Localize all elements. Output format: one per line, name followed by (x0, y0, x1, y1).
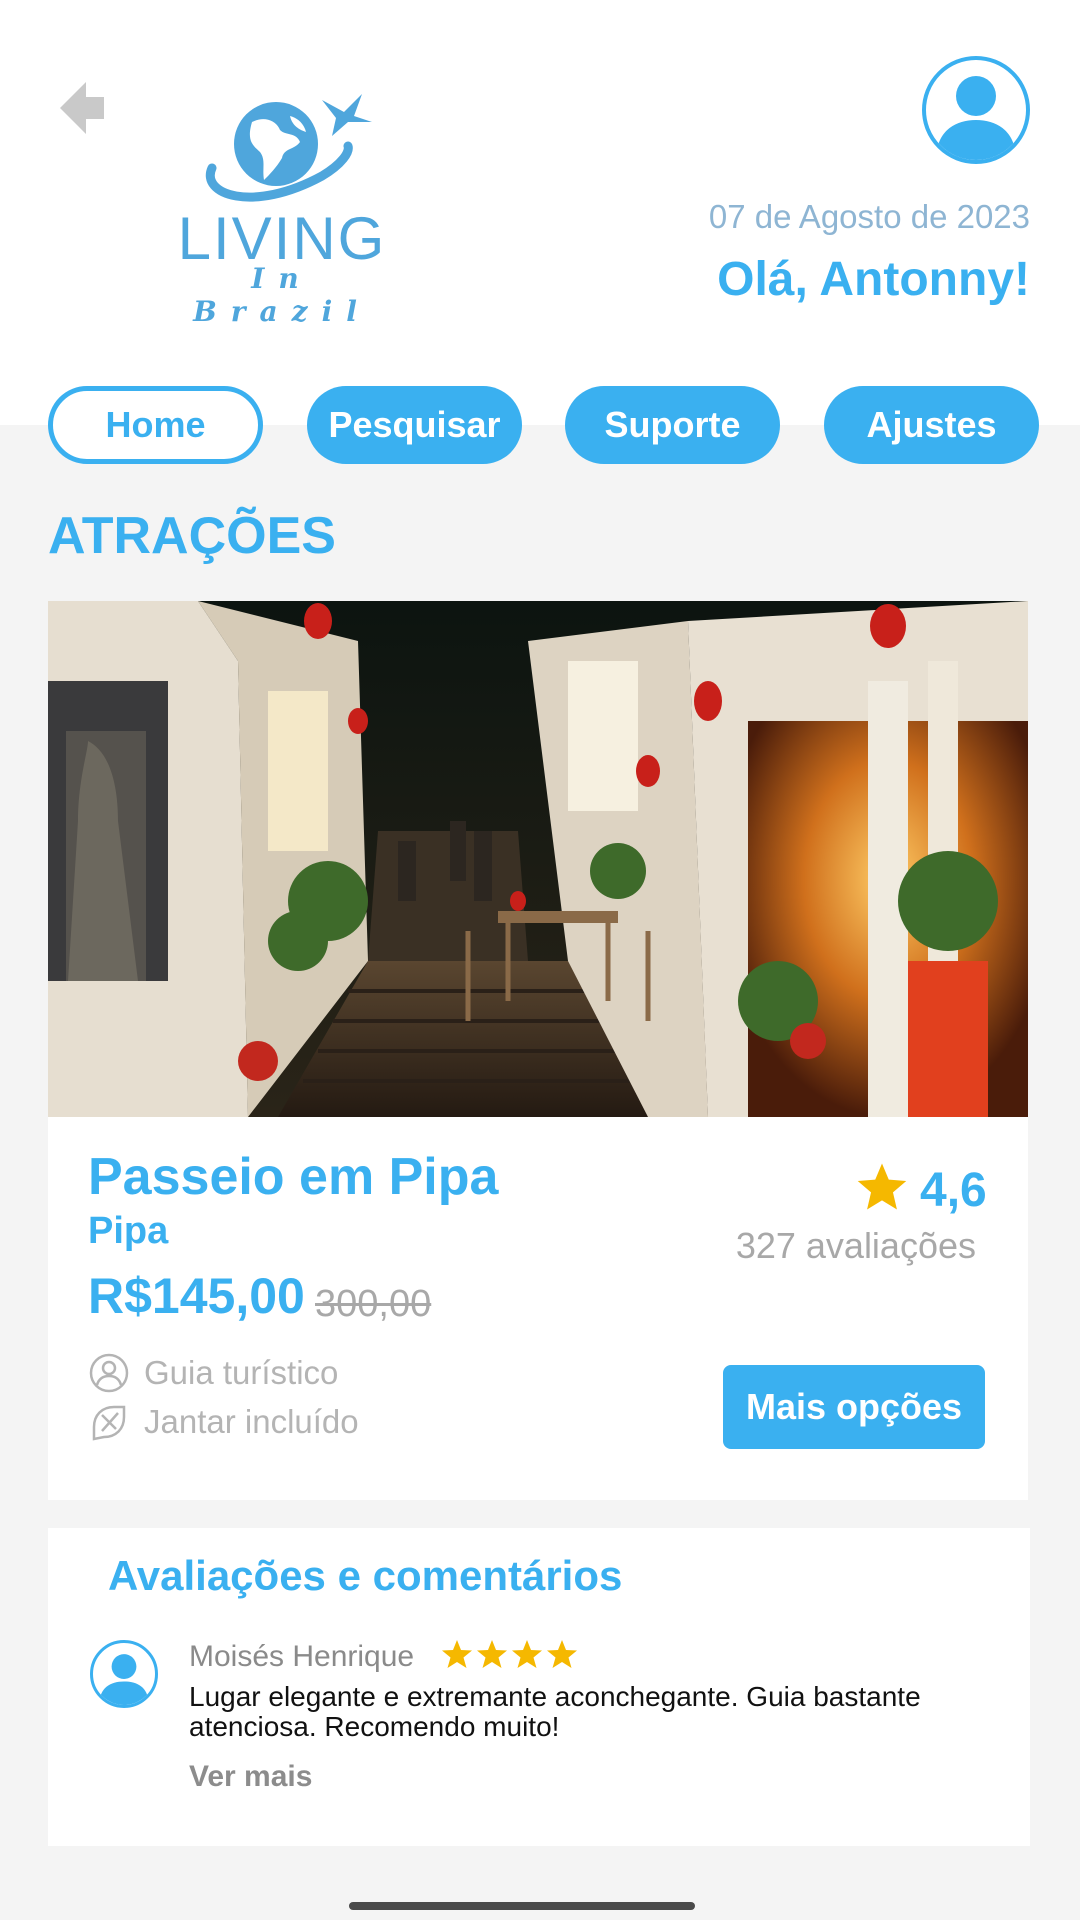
attraction-old-price: 300,00 (315, 1283, 432, 1325)
rating-value: 4,6 (920, 1164, 987, 1217)
section-title: ATRAÇÕES (48, 507, 336, 565)
attraction-card: Passeio em Pipa Pipa R$145,00 300,00 4,6… (48, 1117, 1028, 1500)
attraction-location: Pipa (88, 1210, 169, 1252)
reviewer-avatar (90, 1640, 158, 1708)
user-avatar-icon (936, 76, 1016, 160)
star-icon (857, 1163, 907, 1210)
more-options-button[interactable]: Mais opções (723, 1365, 985, 1449)
tab-suporte[interactable]: Suporte (565, 386, 780, 464)
profile-avatar-button[interactable] (922, 56, 1030, 164)
review-text: Lugar elegante e extremante aconchegante… (189, 1681, 921, 1742)
guide-person-icon (89, 1353, 129, 1393)
reviews-title: Avaliações e comentários (108, 1552, 623, 1599)
feature-guide: Guia turístico (88, 1352, 338, 1394)
feature-label: Guia turístico (144, 1354, 339, 1391)
rating-count: 327 avaliações (735, 1225, 976, 1266)
main-nav: Home Pesquisar Suporte Ajustes (0, 386, 1080, 464)
review-stars-icon (442, 1640, 577, 1668)
feature-dinner: Jantar incluído (88, 1401, 359, 1443)
logo-tagline: In Brazil (193, 262, 371, 328)
reviews-section: Avaliações e comentários Moisés Henrique… (48, 1528, 1030, 1846)
back-button[interactable] (56, 78, 108, 138)
tab-ajustes[interactable]: Ajustes (824, 386, 1039, 464)
dinner-utensils-icon (92, 1405, 126, 1441)
attraction-photo[interactable] (48, 601, 1028, 1117)
greeting-text: Olá, Antonny! (717, 253, 1030, 306)
back-arrow-icon (60, 82, 104, 134)
attraction-price: R$145,00 (88, 1268, 305, 1324)
user-avatar-icon (99, 1654, 149, 1705)
home-indicator[interactable] (349, 1902, 695, 1910)
attraction-title: Passeio em Pipa (88, 1148, 499, 1206)
tab-home[interactable]: Home (48, 386, 263, 464)
current-date: 07 de Agosto de 2023 (708, 198, 1030, 235)
reviewer-name: Moisés Henrique (189, 1640, 415, 1673)
tab-pesquisar[interactable]: Pesquisar (307, 386, 522, 464)
see-more-link[interactable]: Ver mais (189, 1760, 312, 1794)
feature-label: Jantar incluído (144, 1403, 359, 1440)
attraction-photo-art (48, 601, 1028, 1117)
